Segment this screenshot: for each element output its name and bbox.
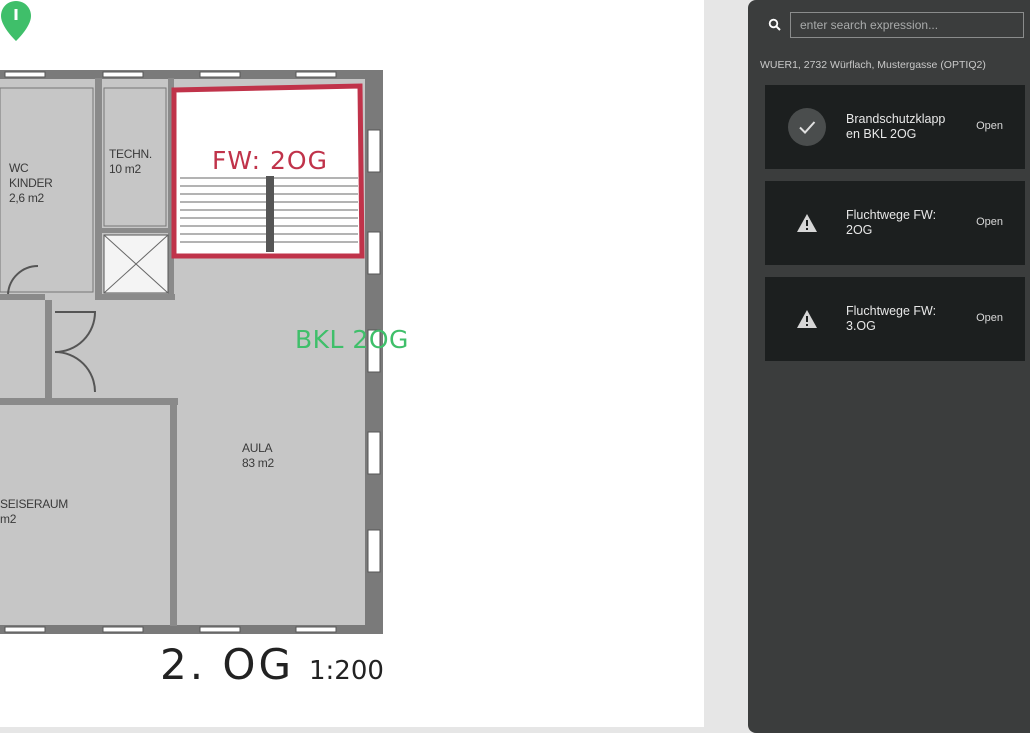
marker-label[interactable]: BKL 2OG bbox=[295, 325, 409, 354]
warning-icon bbox=[787, 203, 827, 243]
room-label-wc: WC KINDER 2,6 m2 bbox=[9, 161, 53, 206]
side-panel: WUER1, 2732 Würflach, Mustergasse (OPTIQ… bbox=[748, 0, 1030, 733]
list-item-status: Open bbox=[976, 216, 1003, 228]
map-marker-icon[interactable] bbox=[0, 0, 32, 42]
room-label-technik: TECHN. 10 m2 bbox=[109, 147, 152, 177]
list-item-title: Fluchtwege FW: 2OG bbox=[846, 208, 937, 237]
search-icon[interactable] bbox=[768, 18, 782, 32]
room-aula-area: 83 m2 bbox=[242, 456, 274, 470]
room-technik-name: TECHN. bbox=[109, 147, 152, 161]
list-item-status: Open bbox=[976, 120, 1003, 132]
room-label-aula: AULA 83 m2 bbox=[242, 441, 274, 471]
list-item[interactable]: Fluchtwege FW: 2OG Open bbox=[765, 181, 1025, 265]
floor-plan-viewport[interactable]: FW: 2OG WC KINDER 2,6 m2 TECHN. 10 m2 AU… bbox=[0, 0, 704, 727]
room-label-speiseraum: SEISERAUM m2 bbox=[0, 497, 68, 527]
search-input[interactable] bbox=[790, 12, 1024, 38]
list-item[interactable]: Brandschutzklapp en BKL 2OG Open bbox=[765, 85, 1025, 169]
location-text: WUER1, 2732 Würflach, Mustergasse (OPTIQ… bbox=[760, 59, 986, 71]
list-item[interactable]: Fluchtwege FW: 3.OG Open bbox=[765, 277, 1025, 361]
room-wc-area: 2,6 m2 bbox=[9, 191, 44, 205]
search-bar bbox=[768, 12, 1030, 40]
list-item-title: Fluchtwege FW: 3.OG bbox=[846, 304, 937, 333]
warning-icon bbox=[787, 299, 827, 339]
room-technik-area: 10 m2 bbox=[109, 162, 141, 176]
room-wc-name: WC bbox=[9, 161, 29, 175]
room-aula-name: AULA bbox=[242, 441, 273, 455]
floor-title: 2. OG bbox=[160, 640, 295, 689]
room-speiseraum-area: m2 bbox=[0, 512, 17, 526]
floor-plan-drawing bbox=[0, 70, 383, 634]
list-item-title: Brandschutzklapp en BKL 2OG bbox=[846, 112, 946, 141]
room-speiseraum-name: SEISERAUM bbox=[0, 497, 68, 511]
fire-route-label[interactable]: FW: 2OG bbox=[212, 146, 328, 175]
room-wc-sub: KINDER bbox=[9, 176, 53, 190]
scale-ratio: 1:200 bbox=[309, 656, 384, 686]
check-icon bbox=[787, 107, 827, 147]
list-item-status: Open bbox=[976, 312, 1003, 324]
